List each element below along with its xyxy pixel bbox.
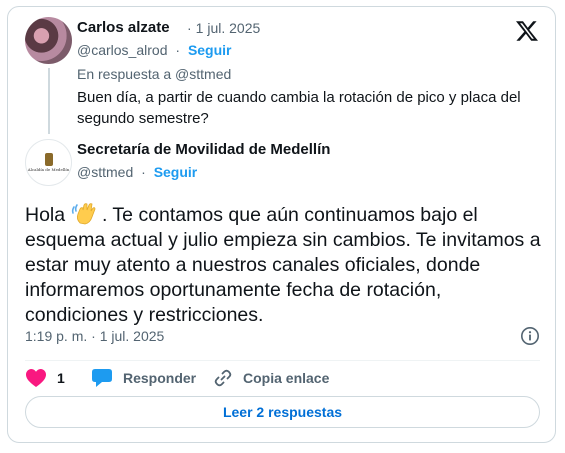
parent-author-name[interactable]: Carlos alzate xyxy=(77,19,170,36)
embedded-tweet-card: Carlos alzate · 1 jul. 2025 @carlos_alrod… xyxy=(7,6,556,443)
parent-handle-row: @carlos_alrod · Seguir xyxy=(77,42,232,58)
separator-dot: · xyxy=(187,20,192,36)
parent-date-wrapper: · 1 jul. 2025 xyxy=(183,20,260,36)
in-reply-to[interactable]: En respuesta a @sttmed xyxy=(77,66,231,82)
parent-date[interactable]: 1 jul. 2025 xyxy=(196,20,261,36)
read-replies-label: Leer 2 respuestas xyxy=(222,404,343,420)
parent-follow-link[interactable]: Seguir xyxy=(188,42,232,58)
main-author-name[interactable]: Secretaría de Movilidad de Medellín xyxy=(77,141,330,158)
separator-dot: · xyxy=(141,164,146,180)
main-text-rest: . Te contamos que aún continuamos bajo e… xyxy=(25,204,541,326)
like-button[interactable]: 1 xyxy=(25,367,65,389)
link-icon xyxy=(214,369,232,387)
main-tweet-text: Hola . Te contamos que aún continuamos b… xyxy=(25,201,545,328)
heart-icon xyxy=(26,369,46,387)
read-replies-button[interactable]: Leer 2 respuestas xyxy=(25,396,540,428)
parent-tweet-text: Buen día, a partir de cuando cambia la r… xyxy=(77,89,521,127)
actions-divider xyxy=(25,360,540,361)
avatar-carlos[interactable] xyxy=(25,17,72,64)
avatar-sttmed[interactable]: Alcaldía de Medellín xyxy=(25,139,72,186)
like-count: 1 xyxy=(57,370,65,386)
parent-handle[interactable]: @carlos_alrod xyxy=(77,42,167,58)
main-handle[interactable]: @sttmed xyxy=(77,164,133,180)
alcaldia-logo-icon xyxy=(44,153,53,166)
waving-hand-icon xyxy=(71,203,95,225)
x-logo-icon[interactable] xyxy=(515,19,539,43)
separator-dot: · xyxy=(175,42,181,58)
reply-button[interactable]: Responder xyxy=(91,367,196,389)
main-timestamp[interactable]: 1:19 p. m. · 1 jul. 2025 xyxy=(25,328,164,344)
main-follow-link[interactable]: Seguir xyxy=(154,164,198,180)
copy-link-label: Copia enlace xyxy=(243,370,330,386)
main-text-start: Hola xyxy=(25,204,71,226)
copy-link-button[interactable]: Copia enlace xyxy=(213,367,329,389)
main-handle-row: @sttmed · Seguir xyxy=(77,164,197,180)
thread-connector-line xyxy=(48,68,50,134)
speech-bubble-icon xyxy=(92,369,112,387)
avatar-logo-text: Alcaldía de Medellín xyxy=(27,167,70,172)
info-icon[interactable] xyxy=(520,326,540,346)
reply-label: Responder xyxy=(123,370,197,386)
